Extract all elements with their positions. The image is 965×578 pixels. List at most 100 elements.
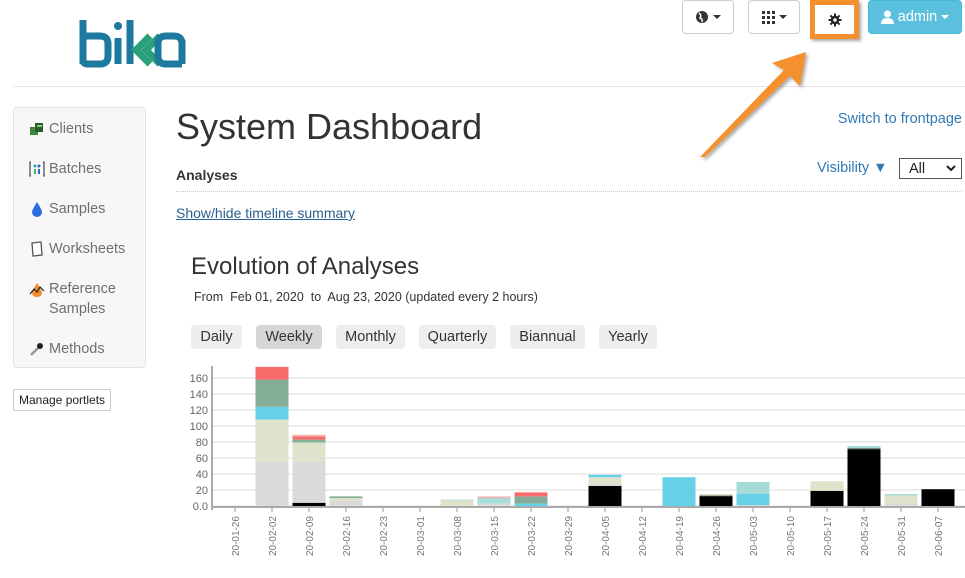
bar-segment-lightgray <box>292 462 326 503</box>
bar-segment-beige <box>588 477 622 484</box>
bar-segment-cyan <box>514 503 548 506</box>
x-tick-label: 20-04-19 <box>675 516 686 556</box>
bar-segment-cyan <box>588 474 622 478</box>
analyses-chart: 0.0 20 40 60 80 100 120 140 160 20-01-26 20-02-02 2… <box>190 366 965 556</box>
manage-portlets-button[interactable]: Manage portlets <box>13 389 112 411</box>
period-quarterly-button[interactable]: Quarterly <box>419 325 496 349</box>
y-tick-label: 20 <box>196 485 208 497</box>
bar-segment-beige <box>292 443 326 462</box>
sidebar-item-label: Worksheets <box>49 241 126 257</box>
page-title: System Dashboard <box>176 106 483 147</box>
x-tick-label: 20-03-29 <box>564 516 575 556</box>
reference-samples-icon <box>29 283 45 297</box>
sidebar-item-worksheets[interactable]: Worksheets <box>29 239 141 259</box>
sidebar-item-label: Reference Samples <box>49 281 116 317</box>
bar-segment-beige <box>884 495 918 504</box>
sidebar-item-label: Methods <box>49 341 105 357</box>
navigation-portlet: Clients Batches Samples Worksheets Refer… <box>13 107 146 368</box>
x-tick-label: 20-02-09 <box>305 516 316 556</box>
period-biannual-button[interactable]: Biannual <box>510 325 585 349</box>
user-name: admin <box>897 9 938 25</box>
sidebar-item-batches[interactable]: Batches <box>29 159 141 179</box>
caret-down-icon <box>778 15 787 19</box>
x-tick-label: 20-05-31 <box>897 516 908 556</box>
x-tick-label: 20-05-03 <box>749 516 760 556</box>
y-tick-label: 40 <box>196 469 208 481</box>
x-tick-label: 20-06-07 <box>934 516 945 556</box>
bika-logo[interactable] <box>78 18 188 68</box>
x-tick-label: 20-02-02 <box>268 516 279 556</box>
bar-segment-green <box>292 439 326 442</box>
gear-icon <box>828 13 841 26</box>
bar-segment-beige <box>440 500 474 506</box>
sidebar-item-clients[interactable]: Clients <box>29 119 141 139</box>
bar-segment-pink <box>292 434 326 437</box>
bar-segment-dark <box>699 495 733 497</box>
samples-icon <box>32 202 42 217</box>
bar-segment-beige <box>255 419 289 462</box>
x-tick-label: 20-04-05 <box>601 516 612 556</box>
y-tick-label: 60 <box>196 453 208 465</box>
sidebar-item-samples[interactable]: Samples <box>29 199 141 219</box>
bar-segment-lightgreen <box>292 442 326 444</box>
grid-icon <box>761 10 775 24</box>
switch-to-frontpage-link[interactable]: Switch to frontpage <box>838 111 962 127</box>
caret-down-icon <box>713 15 721 19</box>
bar-segment-lightgray <box>329 500 363 506</box>
bar-segment-cyan <box>662 477 696 506</box>
worksheets-icon <box>31 241 43 257</box>
visibility-select[interactable]: All <box>899 158 962 179</box>
timeline-summary-toggle[interactable]: Show/hide timeline summary <box>176 205 355 221</box>
site-setup-button[interactable] <box>810 0 859 39</box>
x-tick-label: 20-01-26 <box>231 516 242 556</box>
apps-menu-button[interactable] <box>748 0 800 34</box>
bar-segment-cyan <box>255 406 289 420</box>
x-tick-label: 20-05-10 <box>786 516 797 556</box>
bar-segment-red <box>514 492 548 497</box>
sidebar-item-label: Clients <box>49 121 94 137</box>
bar-segment-beige <box>810 481 844 491</box>
bar-segment-red <box>292 436 326 440</box>
y-tick-label: 80 <box>196 437 208 449</box>
sidebar-item-reference-samples[interactable]: Reference Samples <box>29 279 141 319</box>
y-tick-label: 160 <box>190 373 208 385</box>
batches-icon <box>29 161 45 177</box>
methods-icon <box>30 343 43 356</box>
y-tick-label: 100 <box>190 421 208 433</box>
caret-down-icon <box>941 15 950 19</box>
y-tick-label: 140 <box>190 389 208 401</box>
x-tick-label: 20-02-23 <box>379 516 390 556</box>
annotation-arrow <box>700 52 806 157</box>
period-yearly-button[interactable]: Yearly <box>599 325 657 349</box>
bar-segment-beige <box>699 494 733 496</box>
bar-segment-dark <box>847 448 881 450</box>
user-menu-button[interactable]: admin <box>868 0 962 34</box>
bar-segment-red <box>255 366 289 380</box>
language-menu-button[interactable] <box>682 0 734 34</box>
bar-segment-black <box>292 502 326 506</box>
bar-segment-black <box>810 490 844 506</box>
bar-segment-lightgray <box>255 462 289 506</box>
x-tick-label: 20-04-26 <box>712 516 723 556</box>
globe-icon <box>696 11 708 23</box>
bar-segment-black <box>847 449 881 506</box>
section-heading: Analyses <box>176 167 238 183</box>
y-tick-label: 0.0 <box>193 501 208 513</box>
sidebar-item-methods[interactable]: Methods <box>29 339 141 359</box>
bar-segment-cyan <box>736 494 770 506</box>
period-daily-button[interactable]: Daily <box>191 325 242 349</box>
x-tick-label: 20-03-15 <box>490 516 501 556</box>
visibility-toggle[interactable]: Visibility ▼ <box>817 160 888 176</box>
chart-title: Evolution of Analyses <box>191 253 420 280</box>
sidebar-item-label: Batches <box>49 161 102 177</box>
y-tick-label: 120 <box>190 405 208 417</box>
bar-segment-black <box>699 496 733 506</box>
period-weekly-button[interactable]: Weekly <box>256 325 322 349</box>
period-monthly-button[interactable]: Monthly <box>336 325 405 349</box>
x-tick-label: 20-04-12 <box>638 516 649 556</box>
x-tick-label: 20-02-16 <box>342 516 353 556</box>
clients-icon <box>30 123 43 135</box>
chart-date-range: From Feb 01, 2020 to Aug 23, 2020 (updat… <box>194 290 538 304</box>
visibility-select-value: All <box>909 160 926 177</box>
x-tick-label: 20-03-01 <box>416 516 427 556</box>
